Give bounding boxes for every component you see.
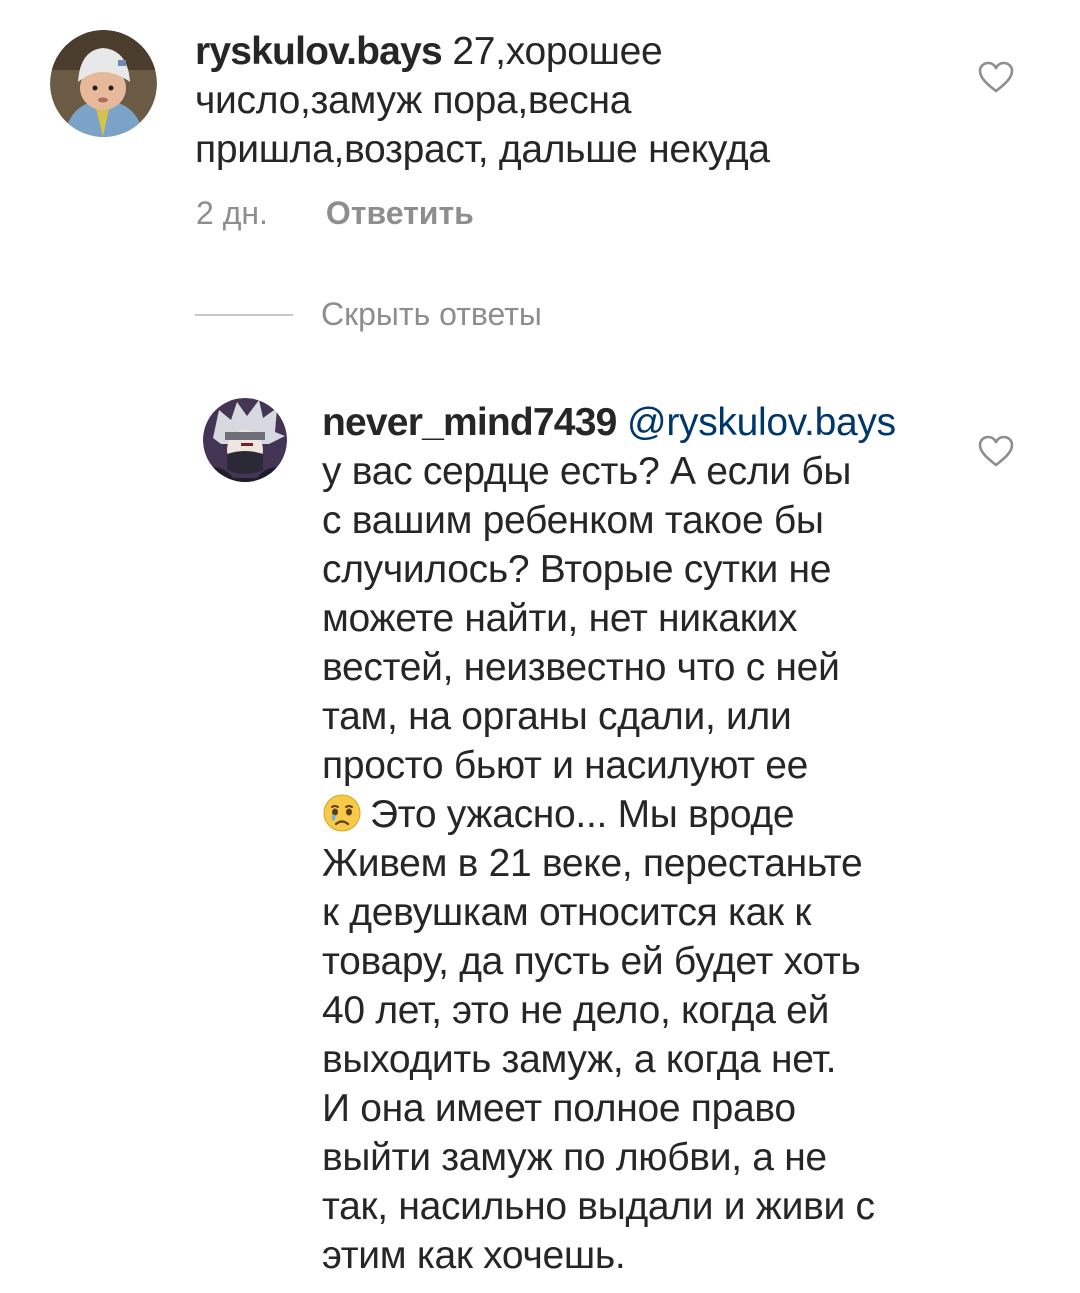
comment-text: ryskulov.bays 27,хорошее число,замуж пор…	[195, 27, 975, 174]
like-button[interactable]	[977, 60, 1015, 94]
user-avatar[interactable]	[50, 30, 157, 137]
hide-replies-label: Скрыть ответы	[321, 296, 542, 332]
reply-body-part1: у вас сердце есть? А если бы с вашим реб…	[322, 450, 852, 787]
reply-avatar[interactable]	[203, 398, 287, 482]
reply-mention[interactable]: @ryskulov.bays	[627, 401, 896, 444]
replies-divider	[195, 313, 293, 316]
comment-timestamp: 2 дн.	[196, 195, 268, 231]
reply-username[interactable]: never_mind7439	[322, 401, 617, 444]
reply-like-button[interactable]	[977, 434, 1015, 468]
reply-button[interactable]: Ответить	[326, 195, 474, 231]
hide-replies-toggle[interactable]: Скрыть ответы	[195, 296, 542, 333]
heart-outline-icon	[978, 61, 1014, 93]
reply-body-part2: Это ужасно... Мы вроде Живем в 21 веке, …	[322, 793, 875, 1277]
reply-text: never_mind7439 @ryskulov.bays у вас серд…	[322, 398, 982, 1280]
heart-outline-icon	[978, 435, 1014, 467]
comment-meta: 2 дн. Ответить	[196, 195, 474, 232]
crying-face-emoji	[322, 793, 362, 833]
comment-username[interactable]: ryskulov.bays	[195, 30, 443, 73]
